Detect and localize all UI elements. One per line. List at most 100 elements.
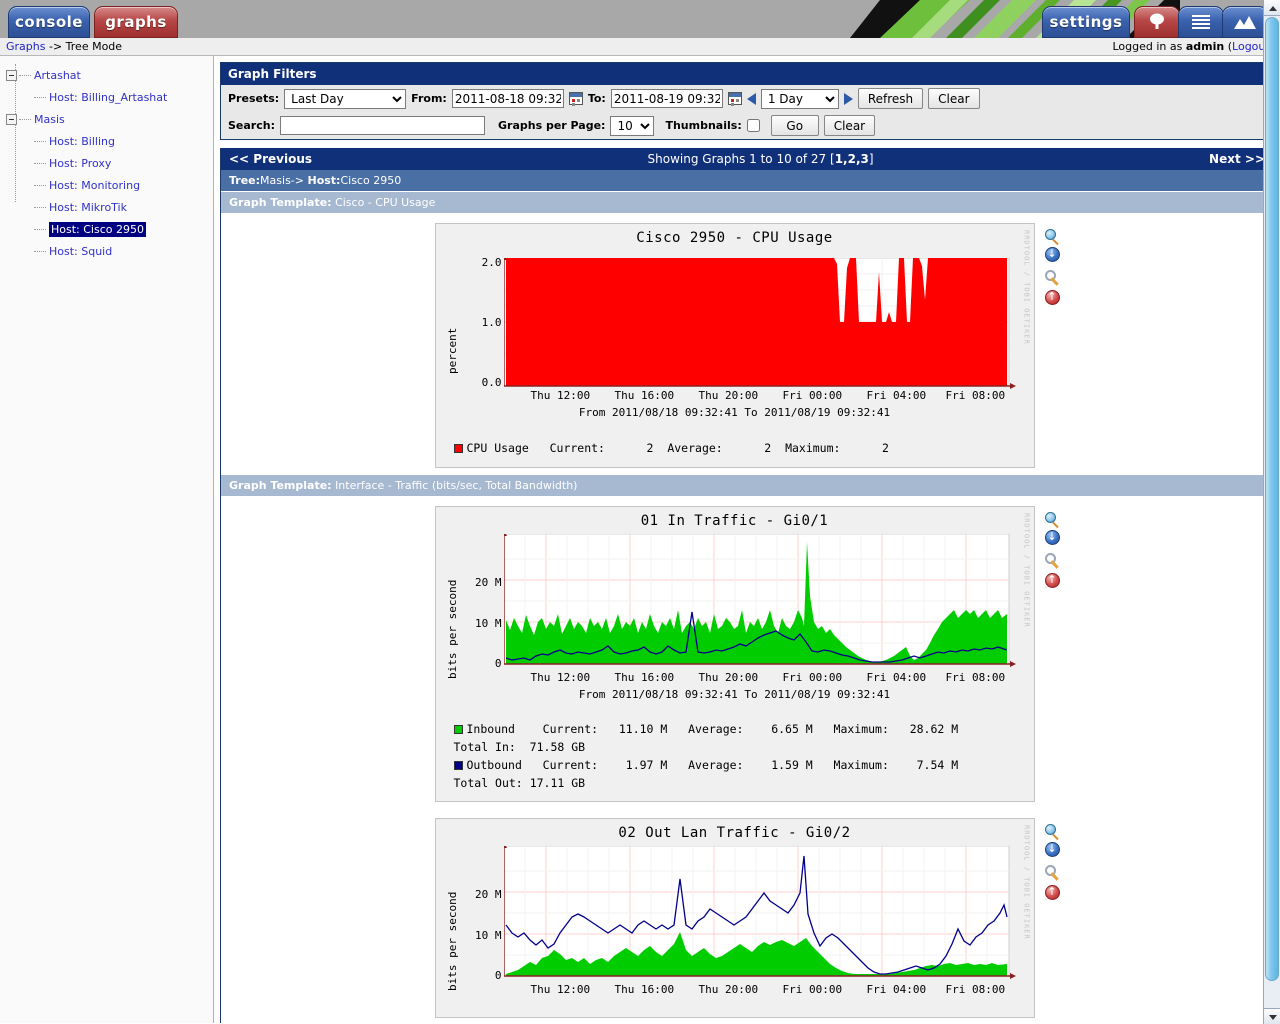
go-button[interactable]: Go — [771, 115, 819, 136]
legend-average-value: 1.59 M — [771, 758, 813, 772]
collapse-icon[interactable] — [6, 70, 17, 81]
graph-properties-icon[interactable] — [1045, 864, 1059, 878]
tree-node-host-proxy[interactable]: Host: Proxy — [6, 152, 213, 174]
tree-label[interactable]: Host: Monitoring — [49, 179, 140, 192]
refresh-button[interactable]: Refresh — [858, 88, 923, 109]
graph-image-in-traffic[interactable]: 01 In Traffic - Gi0/1 RRDTOOL / TOBI OET… — [435, 506, 1035, 802]
clear-dates-button[interactable]: Clear — [928, 88, 979, 109]
graph-alert-icon[interactable] — [1045, 885, 1060, 900]
graph-date-range: From 2011/08/18 09:32:41 To 2011/08/19 0… — [436, 688, 1034, 701]
tree-connector — [34, 207, 46, 208]
tree-node-host-mikrotik[interactable]: Host: MikroTik — [6, 196, 213, 218]
next-page-link[interactable]: Next >> — [1209, 152, 1265, 166]
graph-block-in-traffic: 01 In Traffic - Gi0/1 RRDTOOL / TOBI OET… — [221, 496, 1273, 808]
graph-block-out-lan-traffic: 02 Out Lan Traffic - Gi0/2 RRDTOOL / TOB… — [221, 808, 1273, 1023]
graph-template-name: Interface - Traffic (bits/sec, Total Ban… — [335, 479, 577, 492]
tree-node-host-monitoring[interactable]: Host: Monitoring — [6, 174, 213, 196]
tree-label[interactable]: Host: MikroTik — [49, 201, 127, 214]
zoom-graph-icon[interactable] — [1045, 512, 1056, 523]
download-graph-icon[interactable] — [1045, 530, 1060, 545]
tree-label[interactable]: Host: Squid — [49, 245, 112, 258]
shift-left-icon[interactable] — [747, 93, 756, 105]
scroll-up-button[interactable] — [1264, 0, 1280, 16]
preview-view-icon[interactable] — [1222, 6, 1268, 38]
legend-line-total-out: Total Out: 17.11 GB — [454, 776, 586, 790]
login-prefix: Logged in as — [1112, 40, 1185, 53]
main-content: Graph Filters Presets: Last Day From: To… — [214, 56, 1280, 1023]
tree-node-masis[interactable]: Masis — [6, 108, 213, 130]
graph-alert-icon[interactable] — [1045, 573, 1060, 588]
graph-properties-icon[interactable] — [1045, 269, 1059, 283]
legend-swatch-cpu-usage — [454, 444, 463, 453]
graph-image-out-lan-traffic[interactable]: 02 Out Lan Traffic - Gi0/2 RRDTOOL / TOB… — [435, 818, 1035, 1018]
legend-line-inbound: Inbound Current: 11.10 M Average: 6.65 M… — [454, 722, 959, 736]
to-date-input[interactable] — [611, 89, 723, 108]
tree-node-artashat[interactable]: Artashat — [6, 64, 213, 86]
list-view-icon[interactable] — [1178, 6, 1224, 38]
graph-image-cpu[interactable]: Cisco 2950 - CPU Usage RRDTOOL / TOBI OE… — [435, 223, 1035, 468]
graph-actions-out-lan-traffic — [1045, 818, 1060, 1018]
x-tick-label: Fri 00:00 — [783, 671, 843, 684]
legend-maximum-value: 28.62 M — [910, 722, 958, 736]
graph-template-header-traffic: Graph Template: Interface - Traffic (bit… — [221, 474, 1273, 496]
legend-series-name: Inbound — [467, 722, 515, 736]
tree-node-host-billing-artashat[interactable]: Host: Billing_Artashat — [6, 86, 213, 108]
tree-label[interactable]: Masis — [34, 113, 65, 126]
legend-swatch-inbound — [454, 725, 463, 734]
breadcrumb-link-graphs[interactable]: Graphs — [6, 40, 45, 53]
tree-label[interactable]: Host: Proxy — [49, 157, 111, 170]
zoom-graph-icon[interactable] — [1045, 824, 1056, 835]
page-numbers[interactable]: 1,2,3 — [835, 152, 869, 166]
graphs-per-page-select[interactable]: 10 — [610, 116, 654, 136]
tab-graphs[interactable]: graphs — [94, 6, 178, 38]
tab-console[interactable]: console — [8, 6, 90, 38]
breadcrumb: Graphs -> Tree Mode — [6, 40, 122, 53]
tree-label[interactable]: Host: Billing_Artashat — [49, 91, 167, 104]
collapse-icon[interactable] — [6, 114, 17, 125]
x-tick-label: Fri 00:00 — [783, 983, 843, 996]
shift-right-icon[interactable] — [844, 93, 853, 105]
download-graph-icon[interactable] — [1045, 247, 1060, 262]
legend-average-label: Average: — [667, 441, 722, 455]
legend-line-total-in: Total In: 71.58 GB — [454, 740, 586, 754]
tab-settings[interactable]: settings — [1042, 6, 1130, 38]
presets-select[interactable]: Last Day — [284, 89, 406, 109]
graph-date-range: From 2011/08/18 09:32:41 To 2011/08/19 0… — [436, 406, 1034, 419]
y-tick-label: 1.0 — [466, 316, 502, 329]
tree-label[interactable]: Host: Billing — [49, 135, 115, 148]
download-graph-icon[interactable] — [1045, 842, 1060, 857]
cpu-plot-area — [504, 258, 1034, 394]
thumbnails-checkbox[interactable] — [747, 119, 760, 132]
tree-node-host-billing[interactable]: Host: Billing — [6, 130, 213, 152]
tree-label-selected[interactable]: Host: Cisco 2950 — [49, 222, 146, 237]
search-input[interactable] — [280, 116, 485, 135]
legend-maximum-label: Maximum: — [834, 758, 889, 772]
tree-connector — [19, 119, 31, 120]
presets-label: Presets: — [228, 92, 279, 105]
graph-properties-icon[interactable] — [1045, 552, 1059, 566]
scrollbar-thumb[interactable] — [1265, 17, 1279, 981]
calendar-icon[interactable] — [569, 92, 583, 105]
thumbnails-label: Thumbnails: — [665, 119, 741, 132]
tree-label[interactable]: Artashat — [34, 69, 81, 82]
tree-node-host-squid[interactable]: Host: Squid — [6, 240, 213, 262]
tree-connector — [34, 229, 46, 230]
graph-template-header-cpu: Graph Template: Cisco - CPU Usage — [221, 191, 1273, 213]
showing-prefix: Showing Graphs 1 to 10 of 27 [ — [648, 152, 835, 166]
zoom-graph-icon[interactable] — [1045, 229, 1056, 240]
scroll-down-button[interactable] — [1264, 1008, 1280, 1024]
graph-title: Cisco 2950 - CPU Usage — [436, 224, 1034, 246]
calendar-icon[interactable] — [728, 92, 742, 105]
breadcrumb-separator: -> — [45, 40, 65, 53]
x-tick-label: Thu 12:00 — [531, 389, 591, 402]
interval-select[interactable]: 1 Day — [761, 89, 839, 109]
from-date-input[interactable] — [452, 89, 564, 108]
previous-page-link[interactable]: << Previous — [229, 152, 312, 166]
tree-view-icon[interactable] — [1134, 6, 1180, 38]
tree-node-host-cisco-2950[interactable]: Host: Cisco 2950 — [6, 218, 213, 240]
clear-search-button[interactable]: Clear — [824, 115, 875, 136]
page-scrollbar[interactable] — [1263, 0, 1280, 1024]
host-path-value: Cisco 2950 — [340, 174, 401, 187]
legend-maximum-label: Maximum: — [785, 441, 840, 455]
graph-alert-icon[interactable] — [1045, 290, 1060, 305]
